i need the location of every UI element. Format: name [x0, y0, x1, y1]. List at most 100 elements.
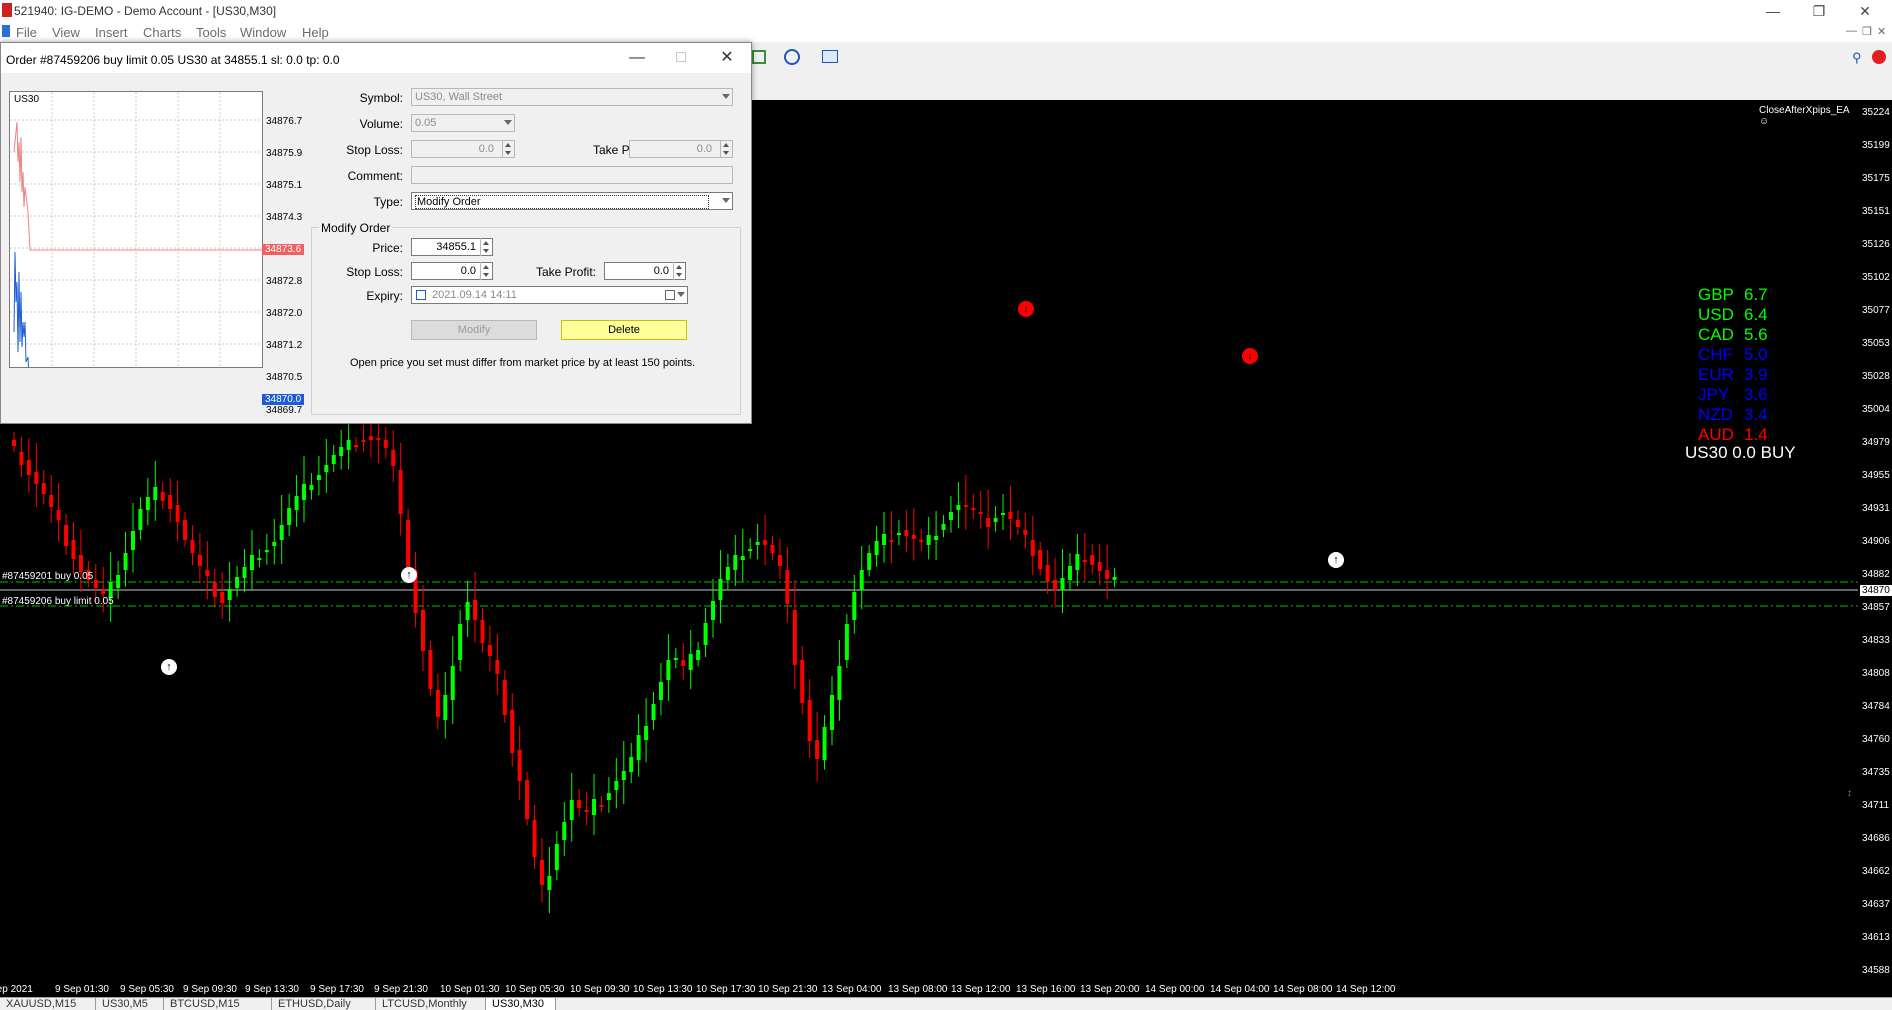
- candle-body: [926, 535, 931, 545]
- currency-strength-value: 5.0: [1744, 345, 1768, 364]
- candle-body: [673, 658, 678, 660]
- price-axis-label: 35028: [1862, 371, 1890, 382]
- candle-body: [257, 558, 262, 560]
- candle-body: [458, 624, 463, 660]
- candle-body: [889, 540, 894, 542]
- expiry-checkbox[interactable]: [416, 290, 426, 300]
- notification-icon[interactable]: [1872, 50, 1886, 64]
- candle-body: [354, 445, 359, 447]
- mdi-restore-button[interactable]: ❐: [1862, 25, 1872, 38]
- volume-select[interactable]: 0.05: [411, 114, 515, 132]
- candle-body: [183, 520, 188, 540]
- price-axis-label: 34613: [1862, 932, 1890, 943]
- takeprofit-input[interactable]: 0.0: [629, 140, 733, 158]
- candle-body: [1105, 570, 1110, 579]
- time-axis-label: 14 Sep 12:00: [1336, 984, 1396, 995]
- time-axis-label: 10 Sep 13:30: [633, 984, 693, 995]
- bid-price-marker: 34873.6: [262, 244, 305, 255]
- currency-strength-row: NZD 3.4: [1698, 405, 1768, 425]
- dialog-close-button[interactable]: ✕: [713, 47, 741, 69]
- price-axis-label: 34857: [1862, 602, 1890, 613]
- dialog-minimize-button[interactable]: —: [623, 47, 651, 69]
- candle-body: [175, 505, 180, 522]
- chart-tabs: XAUUSD,M15 US30,M5 BTCUSD,M15 ETHUSD,Daily L…: [0, 997, 1892, 1010]
- menu-help[interactable]: Help: [302, 25, 329, 40]
- type-select[interactable]: Modify Order: [411, 192, 733, 210]
- candle-body: [1075, 554, 1080, 570]
- currency-strength-row: USD 6.4: [1698, 305, 1768, 325]
- chart-tab[interactable]: US30,M5: [96, 998, 164, 1010]
- price-axis-label: 35004: [1862, 404, 1890, 415]
- menu-insert[interactable]: Insert: [95, 25, 128, 40]
- candle-body: [658, 682, 663, 700]
- stoploss-input[interactable]: 0.0: [411, 140, 515, 158]
- tick-price-label: 34876.7: [266, 116, 303, 127]
- symbol-select[interactable]: US30, Wall Street: [411, 88, 733, 106]
- chart-tab[interactable]: XAUUSD,M15: [0, 998, 96, 1010]
- chart-tab[interactable]: BTCUSD,M15: [164, 998, 272, 1010]
- chart-tab[interactable]: LTCUSD,Monthly: [376, 998, 486, 1010]
- tick-price-label: 34872.8: [266, 276, 303, 287]
- candle-body: [1053, 580, 1058, 590]
- tick-price-label: 34872.0: [266, 308, 303, 319]
- modify-button[interactable]: Modify: [411, 320, 537, 340]
- search-icon[interactable]: ⚲: [1852, 50, 1862, 66]
- candle-body: [197, 555, 202, 566]
- candle-body: [279, 525, 284, 540]
- clock-icon[interactable]: [784, 49, 800, 65]
- menu-view[interactable]: View: [52, 25, 80, 40]
- candle-body: [688, 654, 693, 670]
- candle-body: [190, 540, 195, 553]
- tick-price-label: 34870.5: [266, 372, 303, 383]
- candle-body: [101, 590, 106, 594]
- time-axis-label: 9 Sep 21:30: [374, 984, 428, 995]
- price-input[interactable]: 34855.1: [411, 238, 493, 256]
- modify-stoploss-input[interactable]: 0.0: [411, 262, 493, 280]
- candle-body: [302, 484, 307, 500]
- modify-order-group-title: Modify Order: [319, 221, 393, 235]
- candle-body: [168, 495, 173, 509]
- dialog-title: Order #87459206 buy limit 0.05 US30 at 3…: [6, 53, 340, 67]
- currency-strength-row: EUR 3.9: [1698, 365, 1768, 385]
- info-text: Open price you set must differ from mark…: [350, 357, 696, 369]
- time-axis-label: 14 Sep 08:00: [1273, 984, 1333, 995]
- new-order-icon[interactable]: [752, 50, 766, 64]
- time-axis-label: 10 Sep 17:30: [696, 984, 756, 995]
- delete-button[interactable]: Delete: [561, 320, 687, 340]
- mdi-minimize-button[interactable]: —: [1846, 25, 1857, 37]
- candle-body: [1023, 530, 1028, 535]
- expiry-input[interactable]: 2021.09.14 14:11: [411, 286, 688, 304]
- chart-tab[interactable]: ETHUSD,Daily: [272, 998, 376, 1010]
- candle-body: [681, 660, 686, 666]
- templates-icon[interactable]: [822, 50, 838, 63]
- candle-body: [41, 483, 46, 494]
- candle-body: [837, 666, 842, 700]
- mdi-close-button[interactable]: ✕: [1877, 25, 1886, 38]
- modify-takeprofit-input[interactable]: 0.0: [604, 262, 686, 280]
- restore-button[interactable]: ❐: [1796, 0, 1842, 22]
- candle-body: [1045, 565, 1050, 582]
- close-button[interactable]: ✕: [1842, 0, 1888, 22]
- menu-file[interactable]: File: [16, 25, 37, 40]
- currency-strength-value: 6.4: [1744, 305, 1768, 324]
- candle-body: [26, 460, 31, 475]
- dialog-maximize-button[interactable]: □: [667, 47, 695, 69]
- candle-body: [948, 512, 953, 520]
- candle-body: [1097, 562, 1102, 571]
- candle-body: [1112, 577, 1117, 580]
- comment-input[interactable]: [411, 166, 733, 184]
- price-axis-label: 35126: [1862, 239, 1890, 250]
- candle-body: [420, 610, 425, 651]
- price-axis-label: 35053: [1862, 338, 1890, 349]
- menu-charts[interactable]: Charts: [143, 25, 181, 40]
- calendar-icon[interactable]: [665, 290, 675, 300]
- candle-body: [896, 533, 901, 535]
- menu-tools[interactable]: Tools: [196, 25, 226, 40]
- time-axis-label: 14 Sep 00:00: [1145, 984, 1205, 995]
- candle-body: [465, 602, 470, 620]
- menu-window[interactable]: Window: [240, 25, 286, 40]
- chart-tab[interactable]: US30,M30: [486, 998, 556, 1010]
- minimize-button[interactable]: —: [1750, 0, 1796, 22]
- candle-body: [1067, 566, 1072, 580]
- candle-body: [584, 810, 589, 812]
